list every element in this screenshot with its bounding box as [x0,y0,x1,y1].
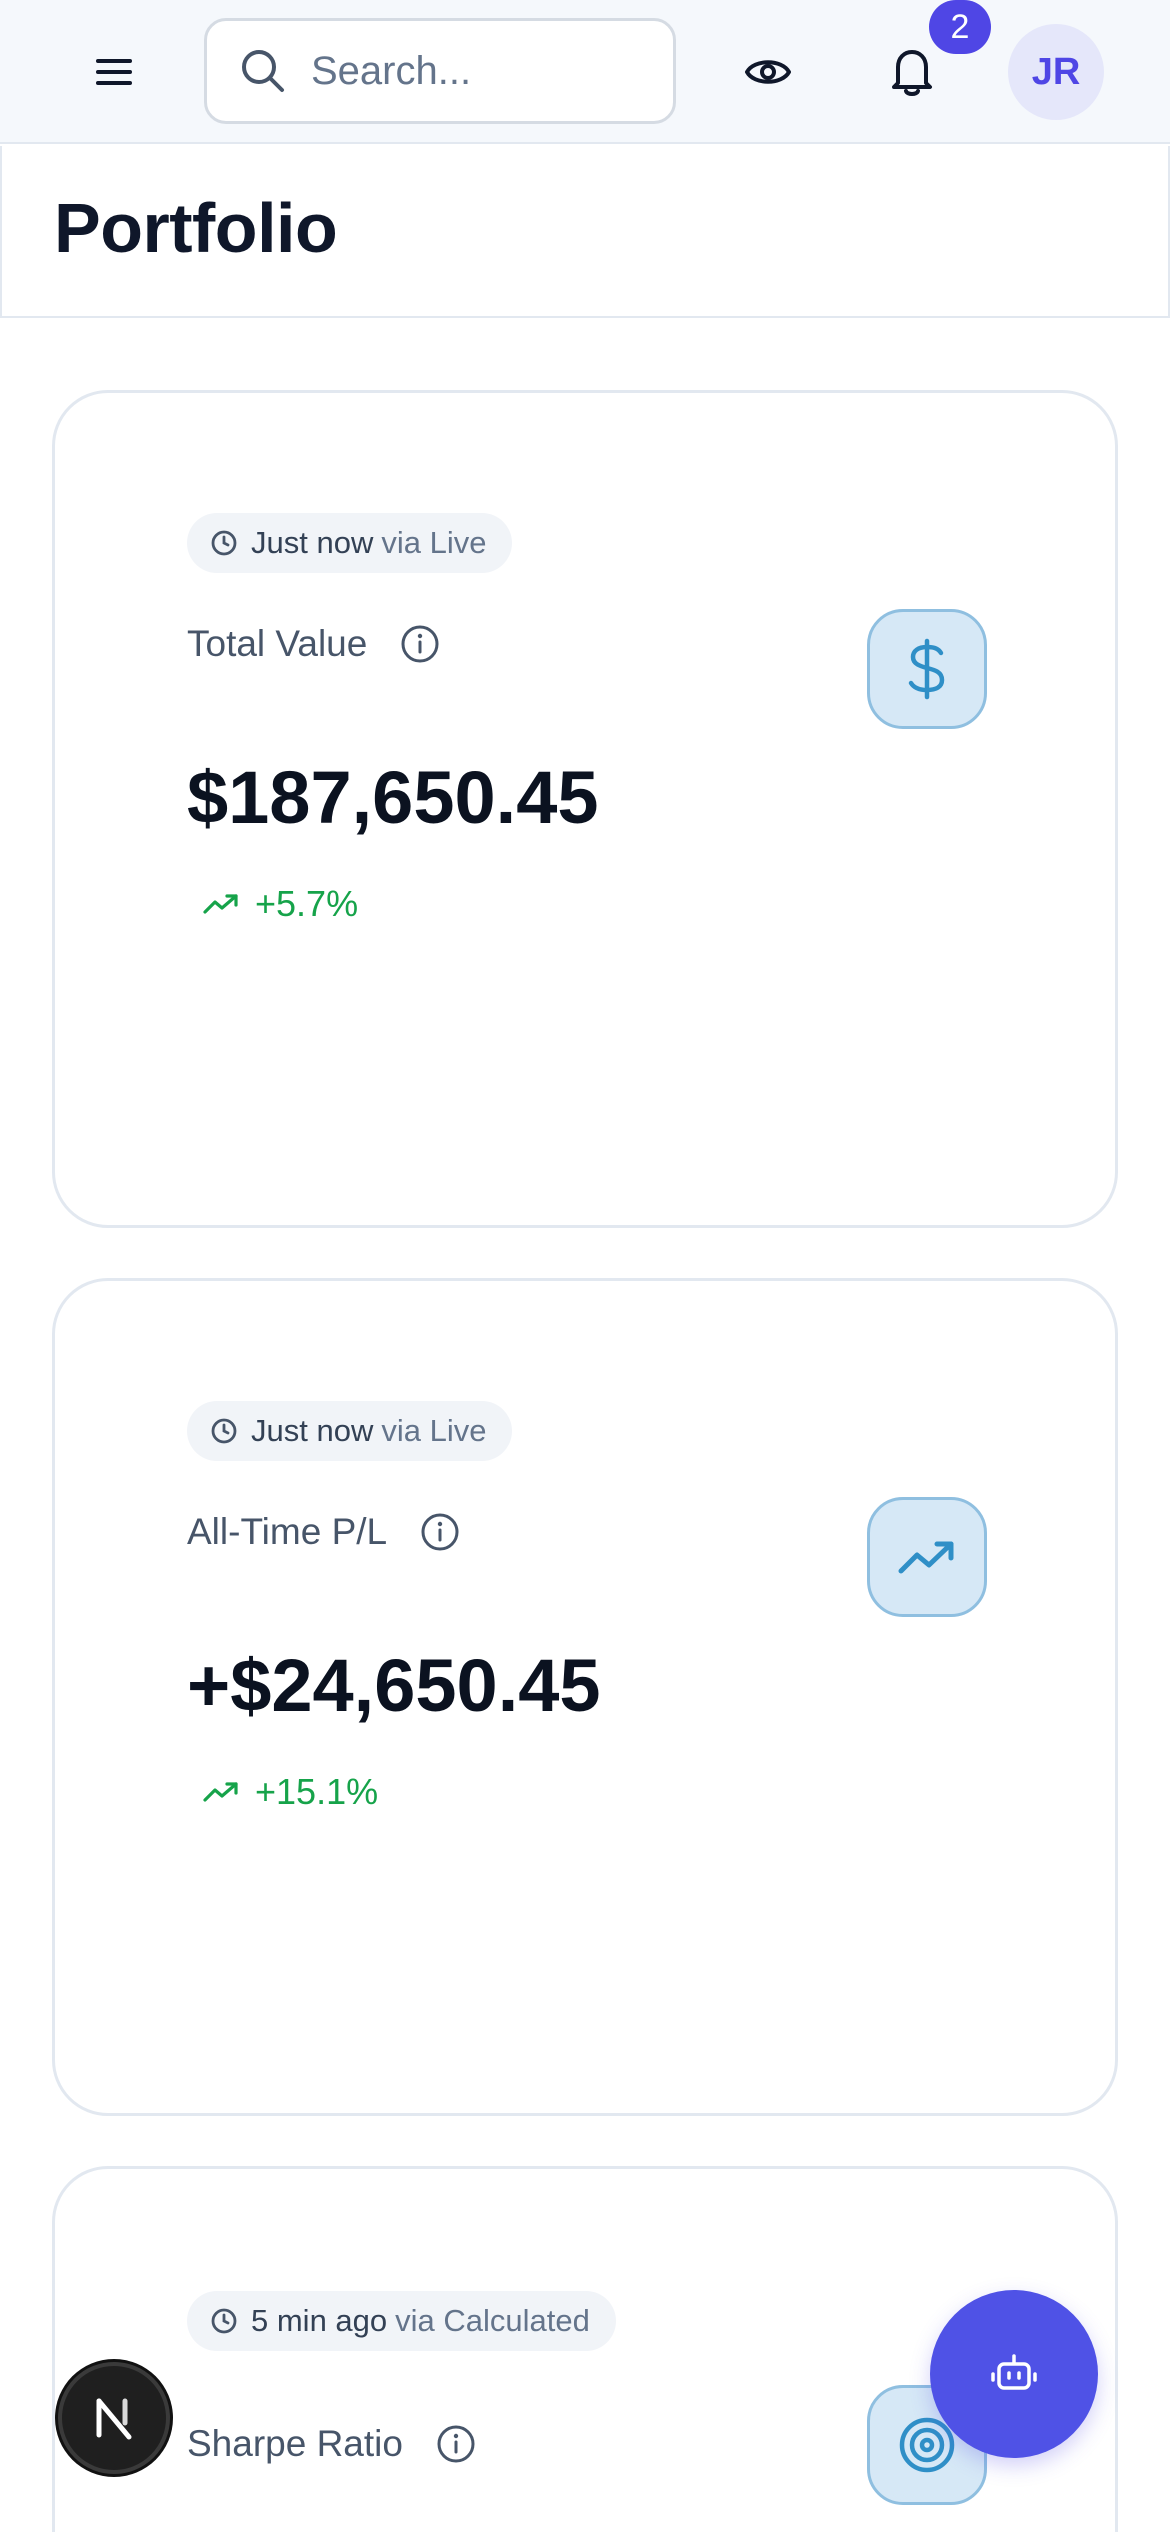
trending-up-icon [203,1782,238,1802]
notification-count-badge: 2 [929,0,991,54]
metric-label-text: Sharpe Ratio [187,2423,403,2464]
metric-label: All-Time P/L [187,1511,461,1553]
metric-change: +15.1% [203,1771,378,1813]
ai-assistant-button[interactable] [930,2290,1098,2458]
metric-label-text: All-Time P/L [187,1511,388,1552]
nextjs-dev-badge[interactable] [58,2362,170,2474]
user-avatar[interactable]: JR [1008,24,1104,120]
nextjs-logo-icon [96,2398,132,2440]
visibility-toggle-button[interactable] [720,24,816,120]
page-title: Portfolio [54,189,338,267]
metric-label: Sharpe Ratio [187,2423,477,2465]
bell-icon [892,50,932,96]
updated-pill: 5 min ago via Calculated [187,2291,616,2351]
search-input[interactable] [311,48,671,94]
metric-icon-badge [867,609,987,729]
eye-icon [745,60,791,84]
info-icon[interactable] [399,623,441,665]
metric-value: +$24,650.45 [187,1644,601,1727]
search-icon [242,50,284,92]
hamburger-menu-icon [96,59,132,85]
metric-change-value: +5.7% [255,883,359,924]
metric-label: Total Value [187,623,441,665]
info-icon[interactable] [435,2423,477,2465]
clock-icon [211,530,237,556]
robot-icon [991,2354,1037,2390]
clock-icon [211,2308,237,2334]
trending-up-icon [203,894,238,914]
data-source: via Live [381,1413,487,1448]
data-source: via Live [381,525,487,560]
search-box[interactable] [204,18,676,124]
menu-button[interactable] [66,24,162,120]
metric-icon-badge [867,1497,987,1617]
metric-change: +5.7% [203,883,358,925]
metric-card-all-time-pl[interactable]: Just now via Live All-Time P/L +$24,650.… [52,1278,1118,2116]
updated-time: Just now [251,525,374,560]
metric-change-value: +15.1% [255,1771,379,1812]
top-bar: 2 JR [0,0,1170,144]
clock-icon [211,1418,237,1444]
dollar-icon [908,638,945,700]
info-icon[interactable] [419,1511,461,1553]
updated-time: Just now [251,1413,374,1448]
page-header: Portfolio [0,146,1170,318]
page: 2 JR Portfolio Just now via Live Total V… [0,0,1170,2532]
trending-up-icon [898,1541,954,1574]
metric-label-text: Total Value [187,623,368,664]
updated-time: 5 min ago [251,2303,388,2338]
data-source: via Calculated [395,2303,590,2338]
metric-value: $187,650.45 [187,756,599,839]
metric-card-total-value[interactable]: Just now via Live Total Value $187,650.4… [52,390,1118,1228]
updated-pill: Just now via Live [187,513,513,573]
updated-pill: Just now via Live [187,1401,513,1461]
